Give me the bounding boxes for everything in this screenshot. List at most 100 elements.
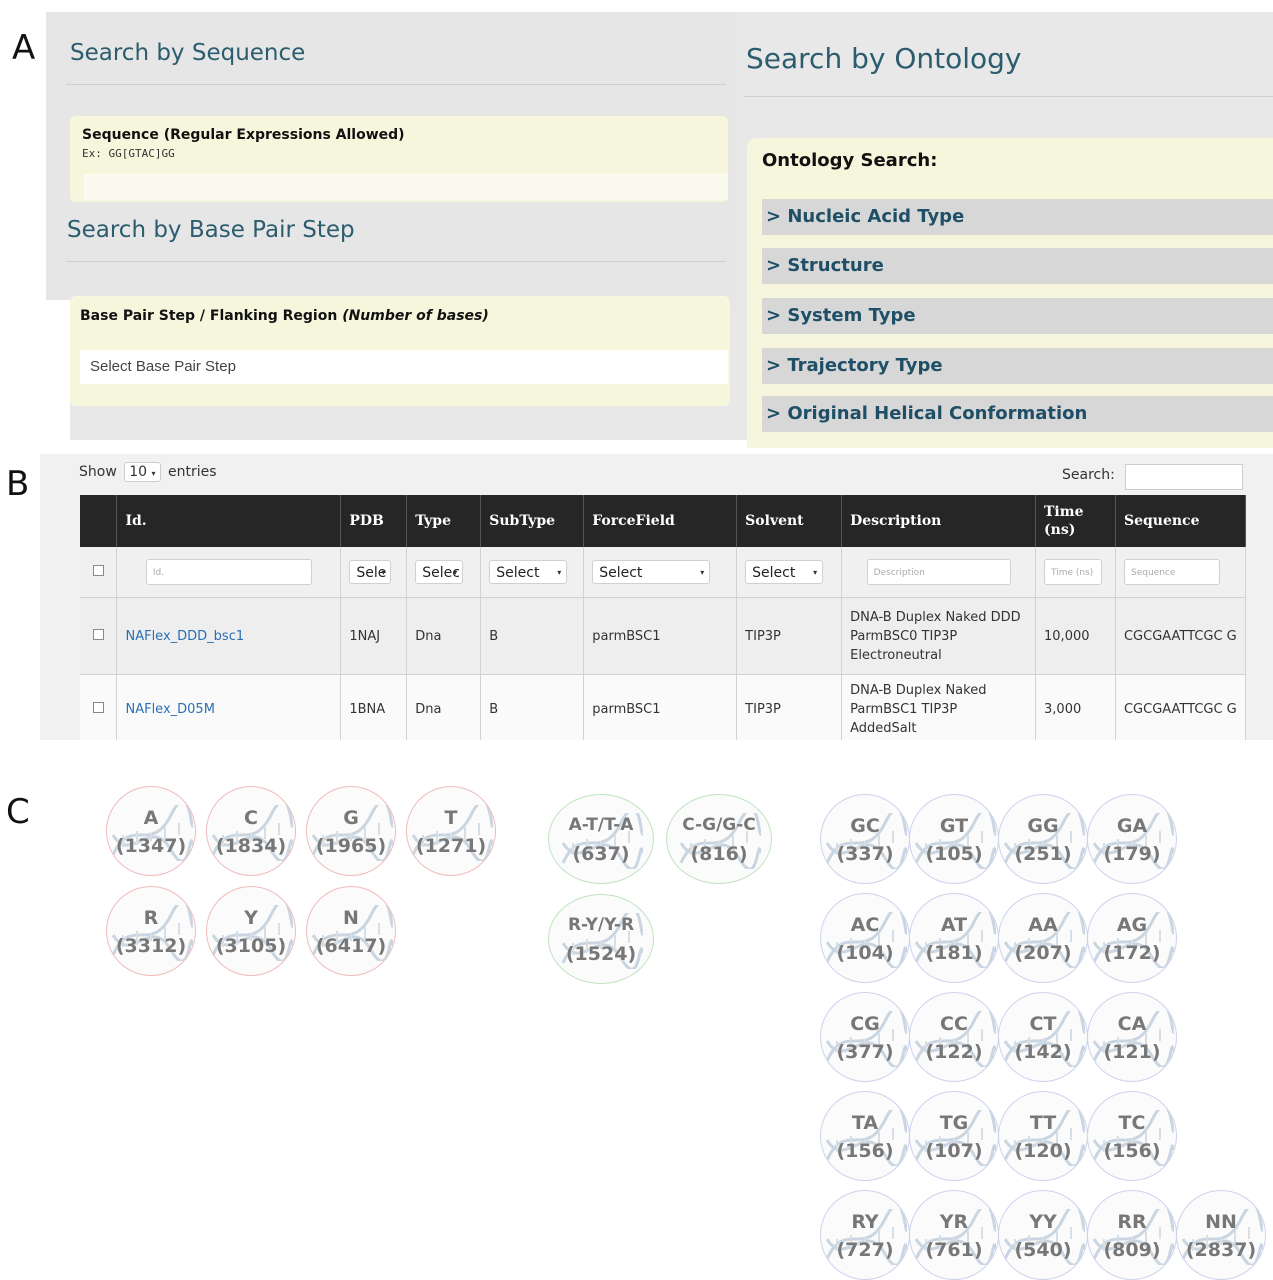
filter-time-input[interactable]: Time (ns): [1044, 559, 1103, 585]
accordion-nucleic-acid-type[interactable]: > Nucleic Acid Type: [762, 199, 1273, 235]
base-count-badge[interactable]: GA (179): [1087, 794, 1177, 884]
base-count-badge[interactable]: GC (337): [820, 794, 910, 884]
simulation-id-link[interactable]: NAFlex_D05M: [125, 702, 214, 717]
badge-count: (156): [1103, 1140, 1161, 1162]
badge-label: R: [143, 907, 159, 929]
base-count-badge[interactable]: AC (104): [820, 893, 910, 983]
badge-count: (2837): [1185, 1239, 1257, 1261]
badge-count: (1271): [415, 835, 487, 857]
simulation-id-link[interactable]: NAFlex_DDD_bsc1: [125, 629, 244, 644]
base-count-badge[interactable]: GT (105): [909, 794, 999, 884]
base-count-badge[interactable]: TA (156): [820, 1091, 910, 1181]
base-count-badge[interactable]: R-Y/Y-R (1524): [548, 894, 654, 984]
base-count-badge[interactable]: CC (122): [909, 992, 999, 1082]
badge-count: (121): [1103, 1041, 1161, 1063]
base-count-badge[interactable]: TT (120): [998, 1091, 1088, 1181]
badge-count: (1965): [315, 835, 387, 857]
base-count-badge[interactable]: YY (540): [998, 1190, 1088, 1280]
base-count-badge[interactable]: AA (207): [998, 893, 1088, 983]
panel-label-b: B: [6, 464, 30, 504]
badge-count: (3105): [215, 935, 287, 957]
base-count-badge[interactable]: T (1271): [406, 786, 496, 876]
col-forcefield-header[interactable]: ForceField: [583, 495, 738, 547]
accordion-trajectory-type[interactable]: > Trajectory Type: [762, 348, 1273, 384]
col-type-header[interactable]: Type: [406, 495, 482, 547]
col-time-header[interactable]: Time (ns): [1035, 495, 1116, 547]
badge-count: (120): [1014, 1140, 1072, 1162]
row-checkbox[interactable]: [92, 628, 104, 640]
accordion-structure[interactable]: > Structure: [762, 248, 1273, 284]
filter-solvent-select[interactable]: Select ▾: [745, 560, 824, 584]
base-count-badge[interactable]: R (3312): [106, 886, 196, 976]
col-subtype-header[interactable]: SubType: [480, 495, 585, 547]
base-count-badge[interactable]: AG (172): [1087, 893, 1177, 983]
forcefield-cell: parmBSC1: [583, 674, 738, 743]
base-count-badge[interactable]: TG (107): [909, 1091, 999, 1181]
badge-count: (337): [836, 843, 894, 865]
row-checkbox[interactable]: [92, 701, 104, 713]
col-pdb-header[interactable]: PDB: [340, 495, 408, 547]
col-select-header: [80, 495, 118, 547]
search-label: Search:: [1062, 467, 1115, 483]
badge-label: NN: [1205, 1211, 1237, 1233]
base-count-badge[interactable]: RR (809): [1087, 1190, 1177, 1280]
pdb-cell: 1NAJ: [340, 597, 408, 675]
base-count-badge[interactable]: GG (251): [998, 794, 1088, 884]
col-sequence-header[interactable]: Sequence: [1115, 495, 1247, 547]
base-count-badge[interactable]: CT (142): [998, 992, 1088, 1082]
badge-label: A: [143, 807, 159, 829]
filter-subtype-value: Select: [496, 565, 540, 581]
divider: [66, 261, 726, 262]
panel-a-notch: [46, 300, 70, 440]
filter-subtype-select[interactable]: Select ▾: [489, 560, 568, 584]
base-pair-step-select[interactable]: Select Base Pair Step: [80, 350, 728, 384]
base-count-badge[interactable]: G (1965): [306, 786, 396, 876]
badge-count: (105): [925, 843, 983, 865]
base-count-badge[interactable]: N (6417): [306, 886, 396, 976]
search-input[interactable]: [1125, 464, 1243, 490]
base-count-badge[interactable]: AT (181): [909, 893, 999, 983]
accordion-original-helical-conformation[interactable]: > Original Helical Conformation: [762, 396, 1273, 432]
col-description-header[interactable]: Description: [841, 495, 1037, 547]
table-header-row: Id. PDB Type SubType ForceField Solvent …: [80, 495, 1247, 547]
sequence-cell: CGCGAATTCGC G: [1115, 597, 1247, 675]
badge-label: A-T/T-A: [568, 815, 634, 835]
col-solvent-header[interactable]: Solvent: [736, 495, 843, 547]
filter-type-select[interactable]: Selec ▾: [415, 560, 464, 584]
base-count-badge[interactable]: TC (156): [1087, 1091, 1177, 1181]
type-cell: Dna: [406, 597, 482, 675]
base-count-badge[interactable]: A (1347): [106, 786, 196, 876]
sequence-input[interactable]: [84, 174, 728, 200]
select-all-checkbox[interactable]: [92, 564, 104, 576]
base-count-badge[interactable]: YR (761): [909, 1190, 999, 1280]
filter-forcefield-select[interactable]: Select ▾: [592, 560, 711, 584]
badge-label: GA: [1116, 815, 1148, 837]
caret-down-icon: ▾: [700, 568, 705, 577]
pdb-cell: 1BNA: [340, 674, 408, 743]
col-id-header[interactable]: Id.: [116, 495, 342, 547]
table-clip: [40, 740, 1273, 780]
base-count-badge[interactable]: CG (377): [820, 992, 910, 1082]
base-count-badge[interactable]: CA (121): [1087, 992, 1177, 1082]
base-count-badge[interactable]: A-T/T-A (637): [548, 794, 654, 884]
filter-description-input[interactable]: Description: [866, 559, 1011, 585]
base-count-badge[interactable]: C (1834): [206, 786, 296, 876]
base-count-badge[interactable]: Y (3105): [206, 886, 296, 976]
badge-label: TA: [851, 1112, 879, 1134]
badge-count: (156): [836, 1140, 894, 1162]
filter-sequence-input[interactable]: Sequence: [1123, 559, 1220, 585]
forcefield-cell: parmBSC1: [583, 597, 738, 675]
solvent-cell: TIP3P: [736, 674, 843, 743]
filter-pdb-select[interactable]: Sele ▾: [349, 560, 392, 584]
base-count-badge[interactable]: C-G/G-C (816): [666, 794, 772, 884]
base-count-badge[interactable]: RY (727): [820, 1190, 910, 1280]
search-by-sequence-title: Search by Sequence: [70, 40, 306, 66]
accordion-system-type[interactable]: > System Type: [762, 298, 1273, 334]
badge-count: (107): [925, 1140, 983, 1162]
filter-row: Id. Sele ▾ Selec ▾ Select ▾ Select ▾ Select ▾…: [80, 547, 1247, 598]
page-size-select[interactable]: 10 ▾: [124, 462, 161, 482]
caret-down-icon: ▾: [453, 568, 458, 577]
base-count-badge[interactable]: NN (2837): [1176, 1190, 1266, 1280]
badge-label: N: [343, 907, 359, 929]
filter-id-input[interactable]: Id.: [145, 559, 312, 585]
